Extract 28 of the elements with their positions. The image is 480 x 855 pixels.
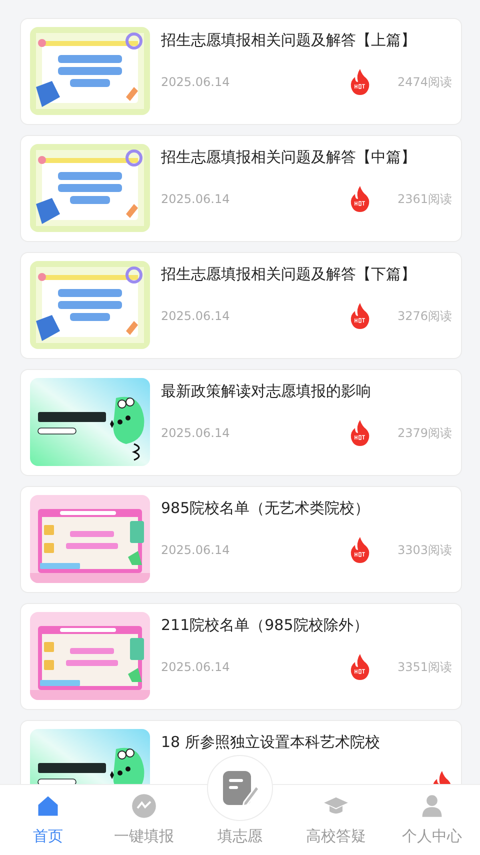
- article-title: 最新政策解读对志愿填报的影响: [161, 382, 372, 401]
- read-count: 3303阅读: [396, 542, 452, 558]
- read-count: 3351阅读: [396, 658, 452, 676]
- article-card[interactable]: 最新政策解读对志愿填报的影响 2025.06.14 2379阅读: [20, 369, 462, 476]
- article-date: 2025.06.14: [161, 309, 230, 323]
- article-card[interactable]: 18 所参照独立设置本科艺术院校: [20, 720, 462, 785]
- note-pencil-icon: [220, 768, 260, 808]
- read-count: 2474阅读: [396, 74, 452, 90]
- article-title: 招生志愿填报相关问题及解答【下篇】: [161, 265, 417, 284]
- read-count: 2361阅读: [396, 190, 452, 208]
- article-title: 招生志愿填报相关问题及解答【中篇】: [161, 148, 417, 167]
- article-date: 2025.06.14: [161, 192, 230, 206]
- read-count: 3276阅读: [396, 308, 452, 324]
- article-title: 18 所参照独立设置本科艺术院校: [161, 733, 381, 752]
- article-card[interactable]: 211院校名单（985院校除外） 2025.06.14 3351阅读: [20, 603, 462, 710]
- read-count: 2379阅读: [396, 424, 452, 442]
- article-date: 2025.06.14: [161, 660, 230, 674]
- nav-tab[interactable]: 首页: [0, 785, 96, 855]
- article-card[interactable]: 招生志愿填报相关问题及解答【上篇】 2025.06.14 2474阅读: [20, 18, 462, 125]
- article-date: 2025.06.14: [161, 543, 230, 557]
- article-title: 985院校名单（无艺术类院校）: [161, 499, 371, 518]
- article-card[interactable]: 招生志愿填报相关问题及解答【下篇】 2025.06.14 3276阅读: [20, 252, 462, 359]
- article-title: 招生志愿填报相关问题及解答【上篇】: [161, 31, 417, 50]
- article-title: 211院校名单（985院校除外）: [161, 616, 370, 635]
- article-date: 2025.06.14: [161, 426, 230, 440]
- article-card[interactable]: 招生志愿填报相关问题及解答【中篇】 2025.06.14 2361阅读: [20, 135, 462, 242]
- article-date: 2025.06.14: [161, 75, 230, 89]
- article-card[interactable]: 985院校名单（无艺术类院校） 2025.06.14 3303阅读: [20, 486, 462, 593]
